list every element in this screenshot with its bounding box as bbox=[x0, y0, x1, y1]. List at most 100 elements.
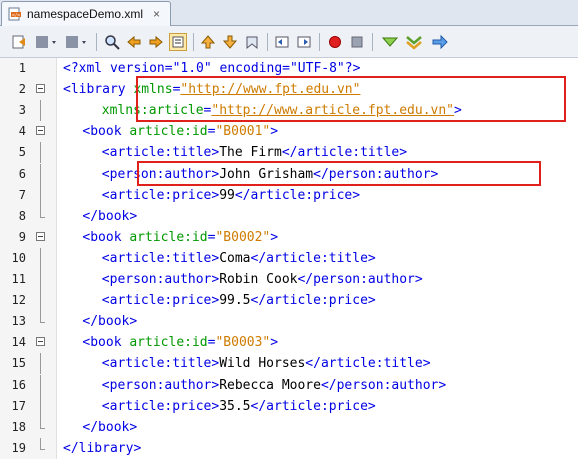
shift-left-icon[interactable] bbox=[273, 33, 291, 51]
token-tag: > bbox=[270, 124, 279, 140]
token-val: "B0003" bbox=[215, 335, 271, 351]
code-line[interactable]: 15 <article:title>Wild Horses</article:ti… bbox=[0, 353, 578, 375]
code-line[interactable]: 7 <article:price>99</article:price> bbox=[0, 184, 578, 206]
code-line[interactable]: 16 <person:author>Rebecca Moore</person:a… bbox=[0, 374, 578, 396]
token-tag: > bbox=[270, 335, 279, 351]
fold-guide-end bbox=[40, 216, 45, 218]
code-text: <book article:id="B0003"> bbox=[82, 332, 278, 353]
tab-namespacedemo[interactable]: </> namespaceDemo.xml × bbox=[1, 1, 171, 26]
line-number: 6 bbox=[18, 166, 26, 181]
line-number: 9 bbox=[18, 229, 26, 244]
code-line[interactable]: 10 <article:title>Coma</article:title> bbox=[0, 247, 578, 269]
token-txt: Wild Horses bbox=[219, 356, 306, 372]
token-tag: </book> bbox=[82, 208, 138, 224]
find-selection-icon[interactable] bbox=[103, 33, 121, 51]
code-line[interactable]: 8 </book> bbox=[0, 205, 578, 227]
line-number: 5 bbox=[18, 145, 26, 160]
line-number: 18 bbox=[11, 419, 26, 434]
author-highlight-box bbox=[137, 161, 541, 186]
validate-xml-icon[interactable] bbox=[404, 33, 424, 51]
token-attr: article:id bbox=[129, 335, 208, 351]
token-tag: > bbox=[270, 229, 279, 245]
line-number: 14 bbox=[11, 335, 26, 350]
line-number: 10 bbox=[11, 250, 26, 265]
token-tag: <book bbox=[82, 229, 130, 245]
toolbar-separator bbox=[96, 33, 97, 51]
code-line[interactable]: 17 <article:price>35.5</article:price> bbox=[0, 395, 578, 417]
fold-guide bbox=[40, 374, 41, 396]
fold-guide bbox=[40, 395, 41, 417]
toggle-bookmark-icon[interactable] bbox=[243, 33, 261, 51]
code-line[interactable]: 11 <person:author>Robin Cook</person:auth… bbox=[0, 269, 578, 290]
line-number: 13 bbox=[11, 314, 26, 329]
next-bookmark-icon[interactable] bbox=[221, 33, 239, 51]
code-line[interactable]: 4 <book article:id="B0001"> bbox=[0, 121, 578, 142]
record-macro-icon[interactable] bbox=[326, 33, 344, 51]
code-text: <book article:id="B0002"> bbox=[82, 227, 278, 248]
stop-macro-icon[interactable] bbox=[348, 33, 366, 51]
editor-toolbar bbox=[0, 26, 578, 58]
fold-collapse-icon[interactable] bbox=[36, 126, 45, 136]
line-number: 11 bbox=[11, 272, 26, 286]
toolbar-separator bbox=[193, 33, 194, 51]
token-tag: <article:title> bbox=[101, 145, 220, 161]
fold-guide bbox=[40, 163, 41, 185]
token-val: "B0001" bbox=[215, 124, 271, 140]
code-text: <article:title>Coma</article:title> bbox=[102, 248, 376, 269]
fold-guide-end bbox=[40, 448, 45, 450]
code-line[interactable]: 18 </book> bbox=[0, 416, 578, 438]
fold-guide bbox=[40, 247, 41, 269]
token-txt: 35.5 bbox=[219, 398, 251, 414]
token-val: "B0002" bbox=[215, 229, 271, 245]
shift-right-icon[interactable] bbox=[295, 33, 313, 51]
toolbar-separator bbox=[319, 33, 320, 51]
find-next-icon[interactable] bbox=[147, 33, 165, 51]
toggle-highlight-icon[interactable] bbox=[169, 33, 187, 51]
line-number: 4 bbox=[18, 124, 26, 139]
code-line[interactable]: 13 </book> bbox=[0, 311, 578, 332]
xml-file-icon: </> bbox=[8, 7, 22, 21]
editor-tab-bar: </> namespaceDemo.xml × bbox=[0, 0, 578, 26]
code-line[interactable]: 12 <article:price>99.5</article:price> bbox=[0, 290, 578, 312]
fold-guide bbox=[40, 184, 41, 206]
code-line[interactable]: 14 <book article:id="B0003"> bbox=[0, 332, 578, 353]
find-previous-icon[interactable] bbox=[125, 33, 143, 51]
code-line[interactable]: 19 </library> bbox=[0, 437, 578, 459]
previous-bookmark-icon[interactable] bbox=[199, 33, 217, 51]
code-text: <article:price>99</article:price> bbox=[102, 185, 360, 206]
line-number: 2 bbox=[18, 82, 26, 97]
fold-collapse-icon[interactable] bbox=[36, 231, 45, 241]
code-editor[interactable]: 1 <?xml version="1.0" encoding="UTF-8"?> 2… bbox=[0, 58, 578, 459]
fold-guide bbox=[40, 311, 41, 323]
svg-text:</>: </> bbox=[12, 12, 21, 18]
token-tag: </person:author> bbox=[297, 272, 423, 287]
token-tag: </article:price> bbox=[250, 293, 376, 309]
fold-collapse-icon[interactable] bbox=[36, 84, 45, 94]
forward-icon[interactable] bbox=[64, 33, 90, 51]
token-tag: <person:author> bbox=[101, 272, 220, 287]
close-icon[interactable]: × bbox=[153, 7, 160, 21]
check-xml-icon[interactable] bbox=[380, 33, 400, 51]
fold-guide bbox=[40, 290, 41, 312]
token-txt: The Firm bbox=[219, 145, 282, 161]
token-tag: <article:price> bbox=[101, 187, 220, 203]
token-tag: <article:title> bbox=[101, 250, 220, 266]
code-text: </book> bbox=[82, 206, 137, 227]
token-tag: </article:price> bbox=[234, 187, 361, 203]
fold-guide bbox=[40, 353, 41, 375]
code-text: </book> bbox=[82, 417, 137, 438]
xsl-transform-icon[interactable] bbox=[430, 33, 450, 51]
fold-collapse-icon[interactable] bbox=[36, 337, 45, 347]
code-line[interactable]: 9 <book article:id="B0002"> bbox=[0, 227, 578, 248]
code-text: <article:price>99.5</article:price> bbox=[102, 290, 376, 311]
fold-guide bbox=[40, 437, 41, 449]
token-tag: <article:title> bbox=[101, 356, 220, 372]
token-attr: article:id bbox=[129, 229, 208, 245]
token-txt: Robin Cook bbox=[219, 272, 298, 287]
last-edit-icon[interactable] bbox=[10, 33, 28, 51]
back-icon[interactable] bbox=[34, 33, 60, 51]
token-attr: article:id bbox=[129, 124, 208, 140]
toolbar-separator bbox=[267, 33, 268, 51]
fold-guide bbox=[40, 142, 41, 164]
fold-guide bbox=[40, 205, 41, 217]
